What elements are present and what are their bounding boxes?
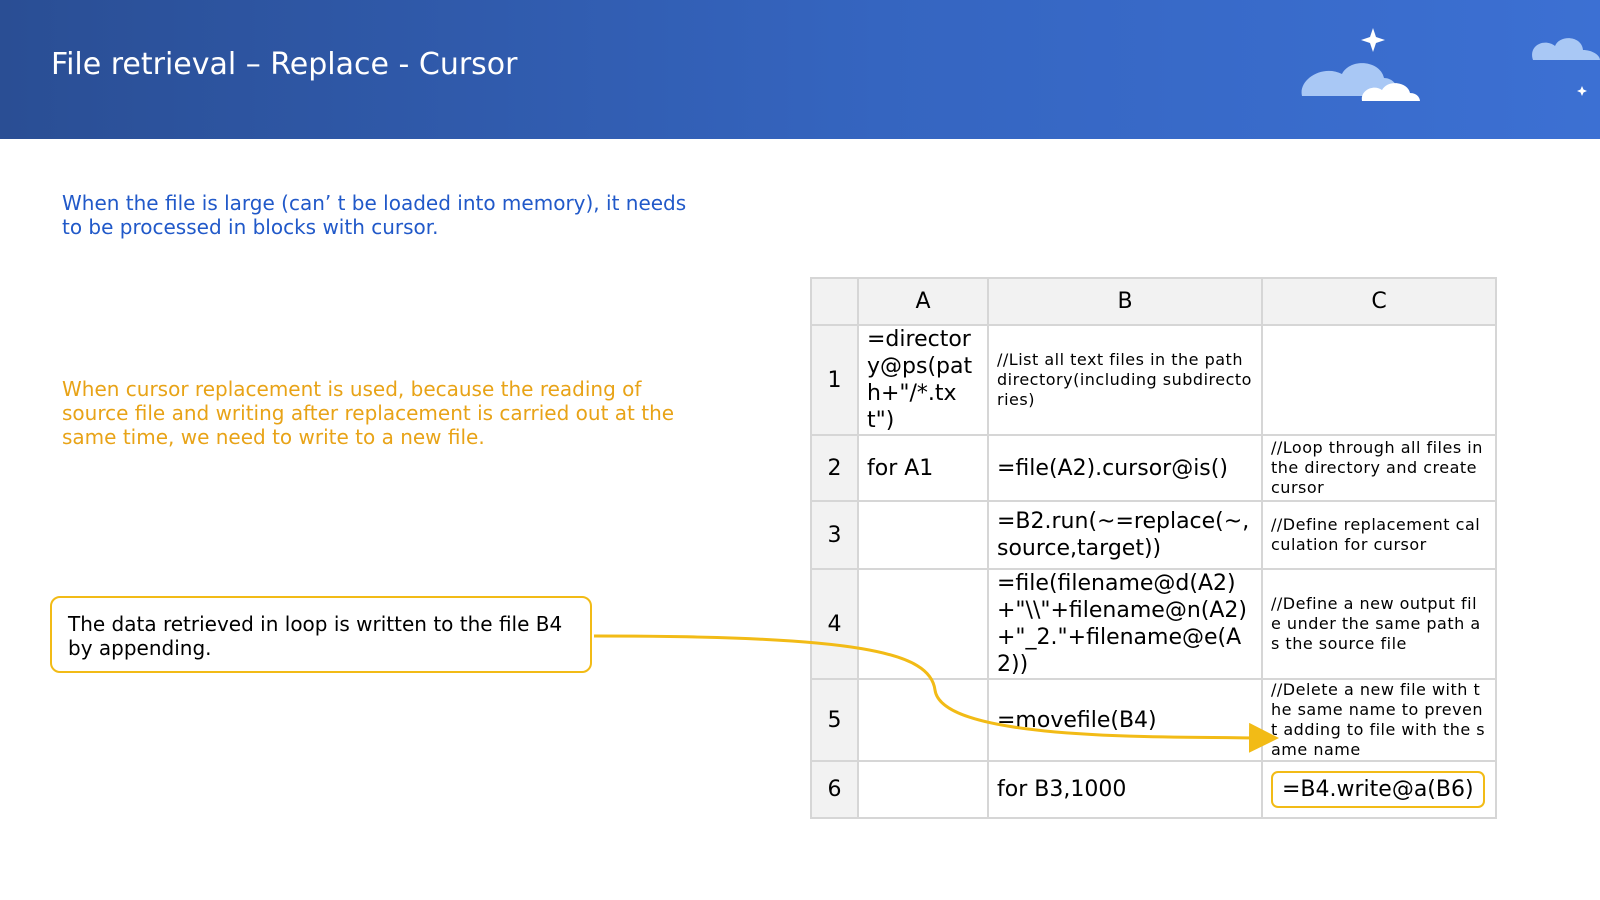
row-number: 4: [810, 568, 859, 680]
cell-b1[interactable]: //List all text files in the path direct…: [987, 324, 1263, 436]
cell-c2[interactable]: //Loop through all files in the director…: [1261, 434, 1497, 502]
column-header-c[interactable]: C: [1261, 277, 1497, 326]
cell-c5[interactable]: //Delete a new file with the same name t…: [1261, 678, 1497, 762]
grid-row: 6 for B3,1000 =B4.write@a(B6): [810, 760, 1497, 819]
code-grid: A B C 1 =directory@ps(path+"/*.txt") //L…: [810, 277, 1497, 819]
slide-title: File retrieval – Replace - Cursor: [51, 47, 518, 82]
row-number: 1: [810, 324, 859, 436]
cursor-replacement-note: When cursor replacement is used, because…: [62, 377, 675, 449]
cell-a2[interactable]: for A1: [857, 434, 989, 502]
cell-a6[interactable]: [857, 760, 989, 819]
row-number: 2: [810, 434, 859, 502]
cell-b4[interactable]: =file(filename@d(A2)+"\\"+filename@n(A2)…: [987, 568, 1263, 680]
grid-row: 4 =file(filename@d(A2)+"\\"+filename@n(A…: [810, 568, 1497, 680]
cell-b6[interactable]: for B3,1000: [987, 760, 1263, 819]
cell-a5[interactable]: [857, 678, 989, 762]
cell-c3[interactable]: //Define replacement calculation for cur…: [1261, 500, 1497, 570]
column-header-a[interactable]: A: [857, 277, 989, 326]
grid-row: 3 =B2.run(~=replace(~,source,target)) //…: [810, 500, 1497, 570]
cell-b5[interactable]: =movefile(B4): [987, 678, 1263, 762]
row-number: 3: [810, 500, 859, 570]
cell-b3[interactable]: =B2.run(~=replace(~,source,target)): [987, 500, 1263, 570]
cell-c4[interactable]: //Define a new output file under the sam…: [1261, 568, 1497, 680]
grid-row: 1 =directory@ps(path+"/*.txt") //List al…: [810, 324, 1497, 436]
cell-b2[interactable]: =file(A2).cursor@is(): [987, 434, 1263, 502]
grid-row: 5 =movefile(B4) //Delete a new file with…: [810, 678, 1497, 762]
highlighted-formula: =B4.write@a(B6): [1271, 771, 1485, 808]
grid-corner-cell: [810, 277, 859, 326]
row-number: 5: [810, 678, 859, 762]
cell-c1[interactable]: [1261, 324, 1497, 436]
cloud-star-decoration-icon: [1301, 28, 1600, 101]
cell-a4[interactable]: [857, 568, 989, 680]
grid-header-row: A B C: [810, 277, 1497, 326]
cell-a1[interactable]: =directory@ps(path+"/*.txt"): [857, 324, 989, 436]
cell-c6[interactable]: =B4.write@a(B6): [1261, 760, 1497, 819]
column-header-b[interactable]: B: [987, 277, 1263, 326]
grid-row: 2 for A1 =file(A2).cursor@is() //Loop th…: [810, 434, 1497, 502]
cell-a3[interactable]: [857, 500, 989, 570]
header-banner: File retrieval – Replace - Cursor: [0, 0, 1600, 139]
append-callout: The data retrieved in loop is written to…: [50, 596, 592, 673]
large-file-note: When the file is large (can’ t be loaded…: [62, 191, 687, 239]
row-number: 6: [810, 760, 859, 819]
